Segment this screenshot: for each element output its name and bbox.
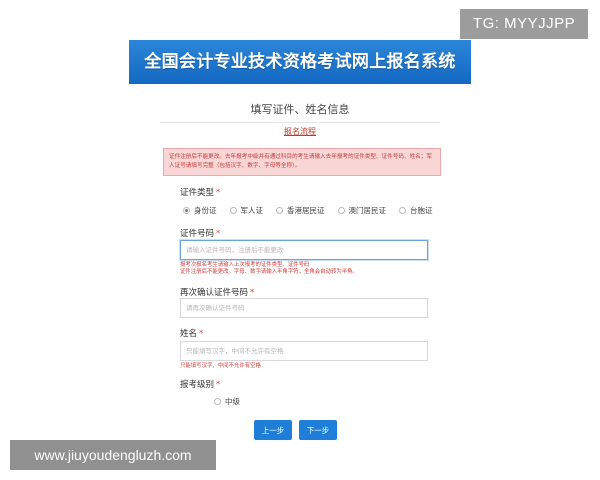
id-number-input[interactable] [180,240,428,260]
watermark-url: www.jiuyoudengluzh.com [10,440,216,470]
id-type-option-label: 澳门居民证 [348,206,387,215]
notice-text: 证件注册后不能更改。去年报考中级并有通过科目的考生请输入去年报考的证件类型、证件… [169,154,432,169]
id-type-option-label: 香港居民证 [287,206,325,215]
level-option-intermediate[interactable]: 中级 [214,396,240,407]
required-mark: * [216,380,221,390]
radio-checked-icon[interactable] [183,207,190,214]
banner-title: 全国会计专业技术资格考试网上报名系统 [144,52,456,72]
id-type-radio-group: 身份证 军人证 香港居民证 澳门居民证 台胞证 [183,205,446,216]
id-number-hint-2: 证件注册后不能更改。字母、数字请输入半角字符，全角会自动转为半角。 [180,269,358,275]
id-confirm-label: 再次确认证件号码 * [180,286,254,298]
id-type-option-macau[interactable]: 澳门居民证 [337,205,387,216]
site-banner: 全国会计专业技术资格考试网上报名系统 [129,40,471,84]
notice-alert: 证件注册后不能更改。去年报考中级并有通过科目的考生请输入去年报考的证件类型、证件… [163,148,441,176]
name-label: 姓名 * [180,327,203,339]
id-type-option-label: 台胞证 [410,206,433,215]
id-number-label-text: 证件号码 [180,229,215,239]
level-radio-group: 中级 [214,396,253,407]
level-option-label: 中级 [225,397,240,406]
process-link[interactable]: 报名流程 [129,126,471,137]
name-label-text: 姓名 [180,329,198,339]
required-mark: * [250,288,255,298]
id-type-option-label: 军人证 [240,206,264,215]
id-type-option-hongkong[interactable]: 香港居民证 [276,205,325,216]
name-input[interactable] [180,341,428,361]
watermark-tg: TG: MYYJJPP [460,9,588,39]
id-type-option-label: 身份证 [194,206,217,215]
id-type-option-idcard[interactable]: 身份证 [183,205,217,216]
id-type-label-text: 证件类型 [180,188,215,198]
name-hint: 只能填写汉字，中间不允许有空格 [180,363,261,369]
radio-icon[interactable] [276,207,283,214]
id-number-label: 证件号码 * [180,227,220,239]
radio-icon[interactable] [229,207,237,214]
id-type-option-military[interactable]: 军人证 [229,205,264,216]
radio-icon[interactable] [337,207,345,214]
id-type-option-taiwan[interactable]: 台胞证 [399,205,433,216]
required-mark: * [216,188,221,198]
radio-icon[interactable] [399,207,406,214]
id-confirm-label-text: 再次确认证件号码 [180,288,249,298]
radio-icon[interactable] [214,398,221,405]
level-label-text: 报考级别 [180,380,215,390]
id-type-label: 证件类型 * [180,186,220,198]
required-mark: * [216,229,221,239]
title-divider [160,122,440,123]
id-confirm-input[interactable] [180,298,428,318]
required-mark: * [199,329,204,339]
level-label: 报考级别 * [180,378,220,390]
next-step-button[interactable]: 下一步 [299,420,337,440]
prev-step-button[interactable]: 上一步 [254,420,292,440]
page-title: 填写证件、姓名信息 [250,103,350,116]
